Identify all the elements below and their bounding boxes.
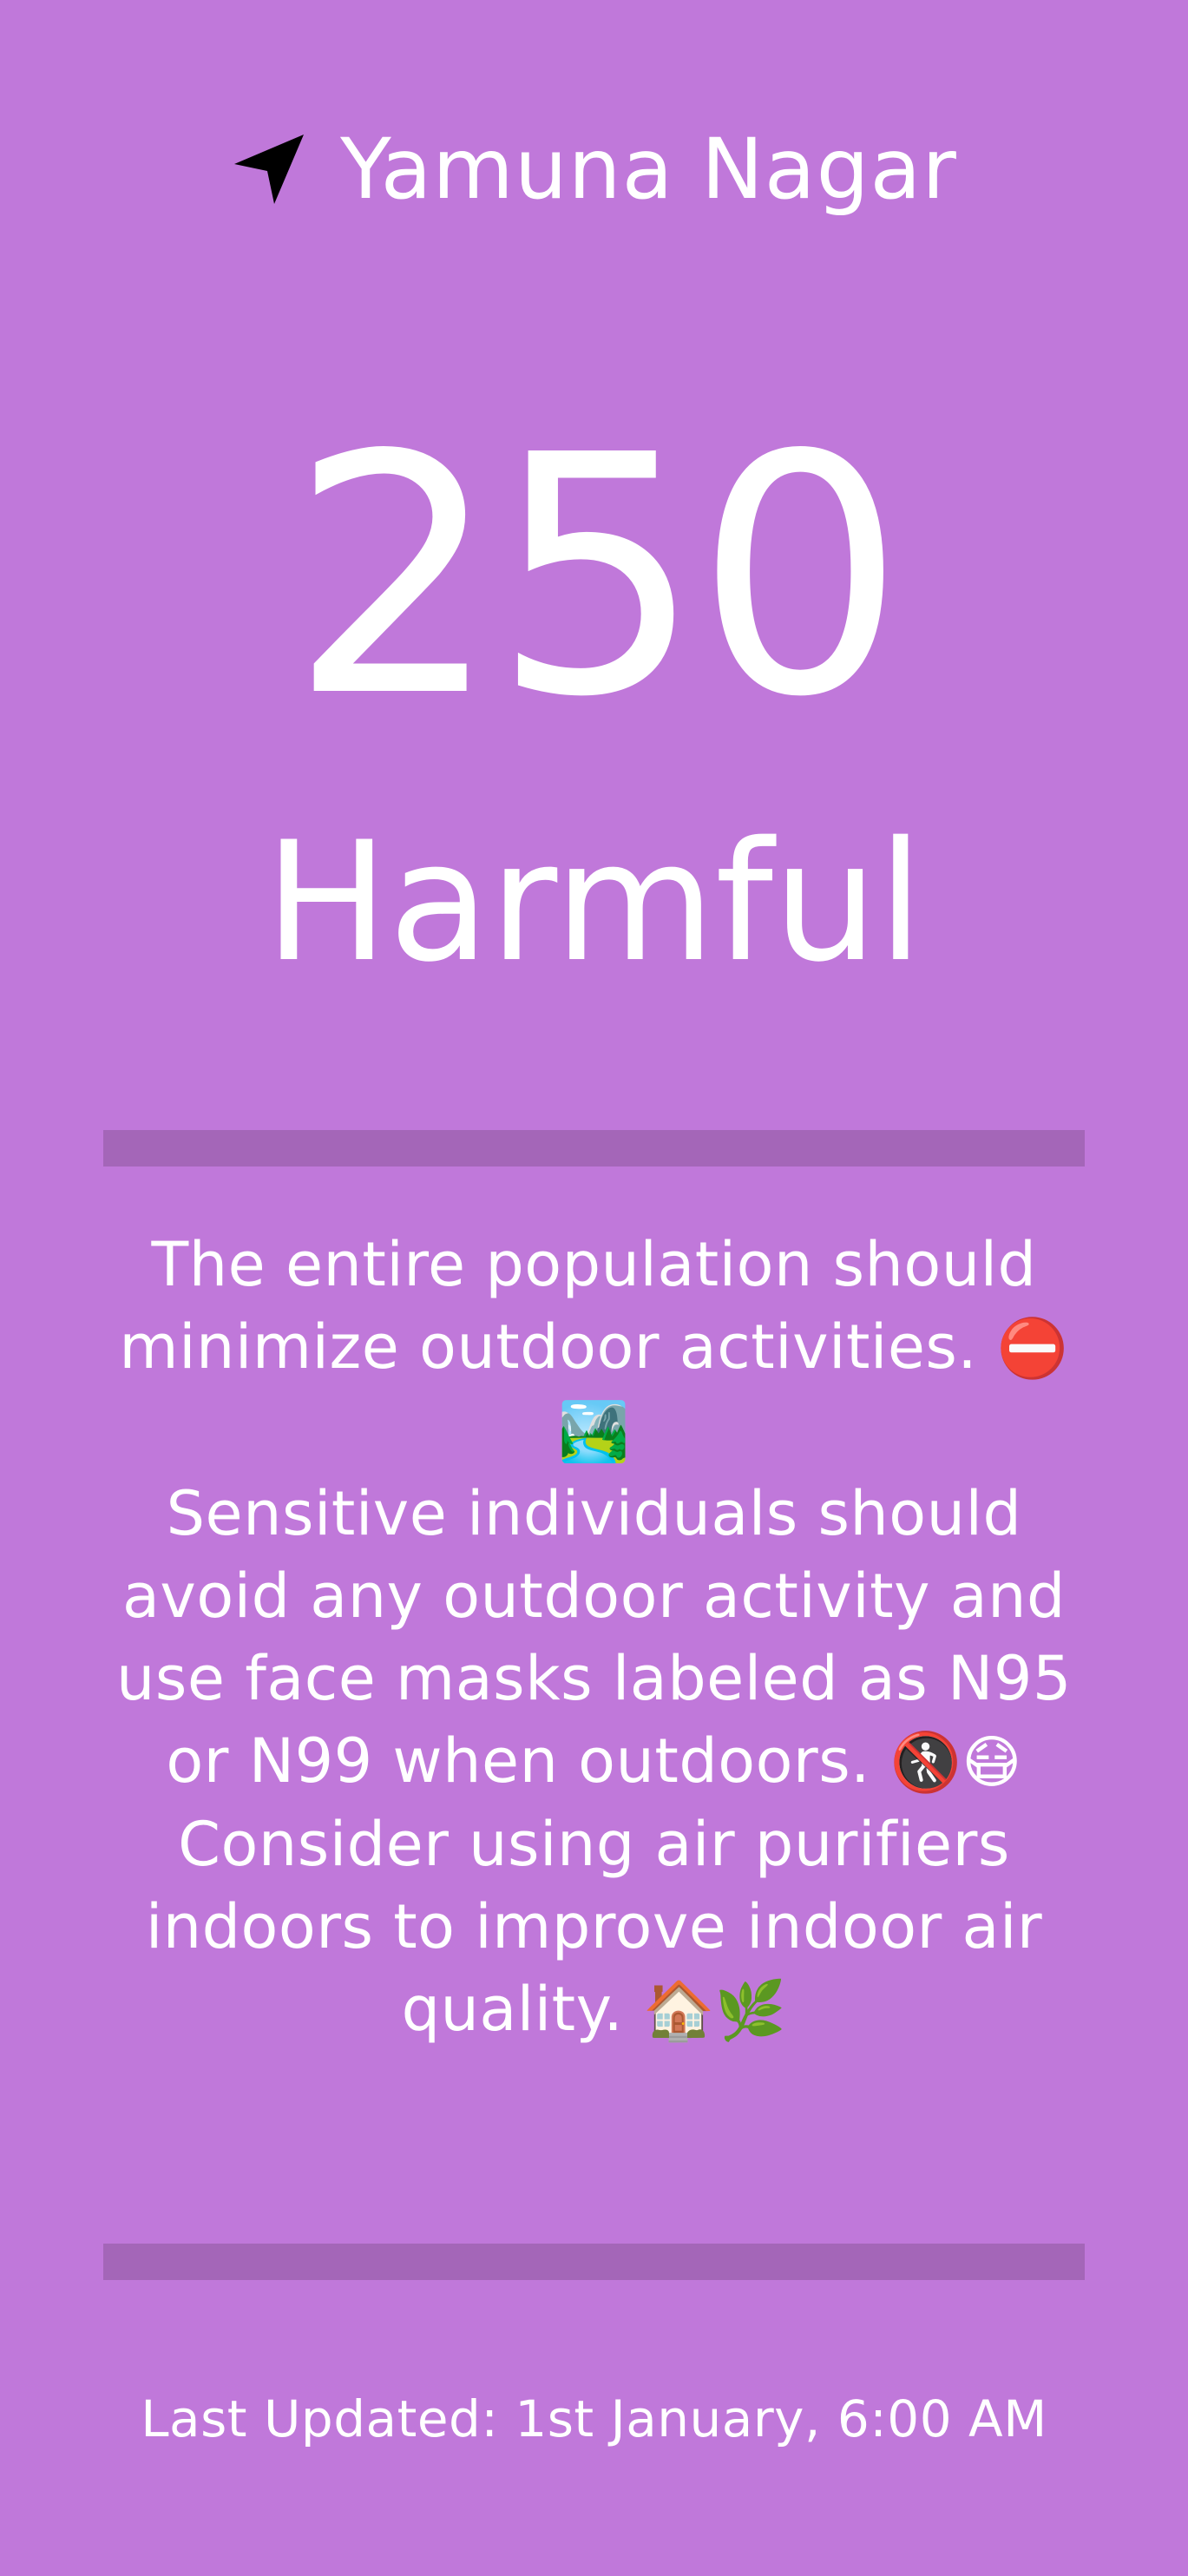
advice-sensitive: Sensitive individuals should avoid any o…	[116, 1478, 1072, 1797]
last-updated: Last Updated: 1st January, 6:00 AM	[141, 2389, 1047, 2448]
advice-purifier: Consider using air purifiers indoors to …	[145, 1809, 1043, 2045]
location-header: Yamuna Nagar	[0, 113, 1188, 226]
house-leaf-icon: 🏠🌿	[643, 1977, 787, 2044]
navigation-arrow-icon	[231, 131, 307, 207]
no-pedestrians-mask-icon: 🚷😷	[889, 1729, 1022, 1796]
divider-top	[103, 1130, 1085, 1166]
health-advice: The entire population should minimize ou…	[103, 1224, 1085, 2052]
advice-general: The entire population should minimize ou…	[119, 1229, 1069, 1465]
location-name: Yamuna Nagar	[340, 121, 957, 218]
aqi-category: Harmful	[264, 806, 924, 998]
aqi-value: 250	[289, 384, 905, 769]
divider-bottom	[103, 2244, 1085, 2280]
